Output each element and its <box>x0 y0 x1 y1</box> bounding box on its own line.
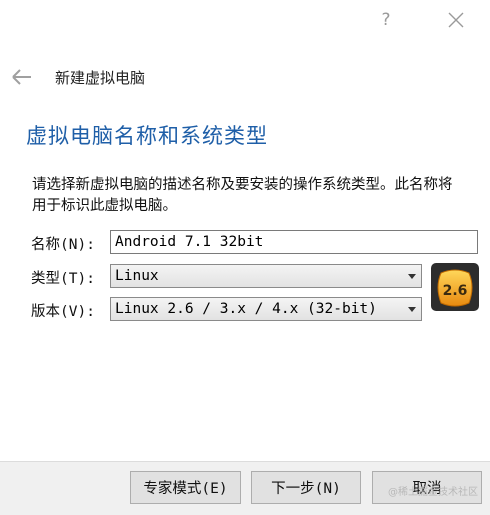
os-badge-text: 2.6 <box>443 283 468 299</box>
next-button[interactable]: 下一步(N) <box>251 471 361 504</box>
wizard-header: 新建虚拟电脑 <box>0 62 490 92</box>
name-label: 名称(N): <box>31 237 95 253</box>
watermark: @稀土掘金技术社区 <box>388 487 478 498</box>
page-description: 请选择新虚拟电脑的描述名称及要安装的操作系统类型。此名称将用于标识此虚拟电脑。 <box>32 177 453 214</box>
help-icon[interactable]: ? <box>372 6 400 34</box>
version-select[interactable]: Linux 2.6 / 3.x / 4.x (32-bit) <box>110 297 422 321</box>
version-select-value: Linux 2.6 / 3.x / 4.x (32-bit) <box>115 301 377 317</box>
wizard-title: 新建虚拟电脑 <box>55 69 146 87</box>
version-label: 版本(V): <box>31 304 95 320</box>
type-label: 类型(T): <box>31 271 95 287</box>
page-title: 虚拟电脑名称和系统类型 <box>26 124 268 148</box>
name-input[interactable]: Android 7.1 32bit <box>110 230 478 254</box>
chevron-down-icon <box>408 274 416 279</box>
chevron-down-icon <box>408 307 416 312</box>
type-select[interactable]: Linux <box>110 264 422 288</box>
linux-os-icon: 2.6 <box>431 263 479 311</box>
close-icon[interactable] <box>442 6 470 34</box>
type-select-value: Linux <box>115 268 159 284</box>
arrow-left-icon[interactable] <box>10 66 34 88</box>
expert-mode-button[interactable]: 专家模式(E) <box>130 471 241 504</box>
